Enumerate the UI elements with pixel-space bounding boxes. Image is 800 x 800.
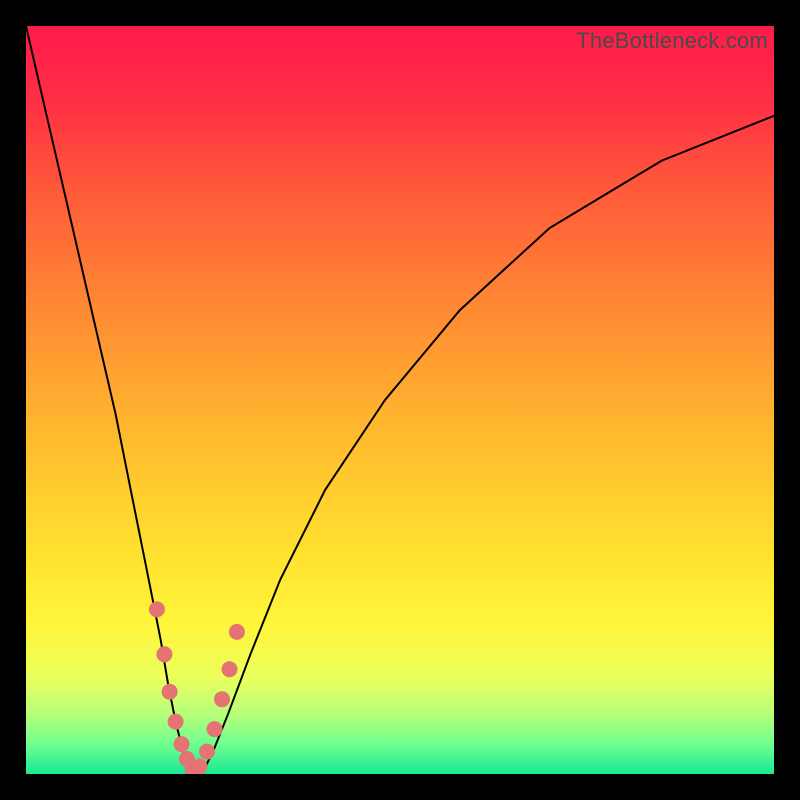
- data-point-marker: [192, 759, 208, 775]
- data-point-marker: [174, 736, 190, 752]
- bottleneck-curve: [26, 26, 774, 774]
- data-point-marker: [207, 721, 223, 737]
- outer-frame: TheBottleneck.com: [0, 0, 800, 800]
- data-point-marker: [149, 601, 165, 617]
- data-point-marker: [222, 661, 238, 677]
- data-point-marker: [156, 646, 172, 662]
- chart-svg: [26, 26, 774, 774]
- data-point-marker: [214, 691, 230, 707]
- data-point-marker: [168, 714, 184, 730]
- data-point-marker: [199, 744, 215, 760]
- data-point-marker: [162, 684, 178, 700]
- plot-area: TheBottleneck.com: [26, 26, 774, 774]
- marker-group: [149, 601, 245, 774]
- data-point-marker: [229, 624, 245, 640]
